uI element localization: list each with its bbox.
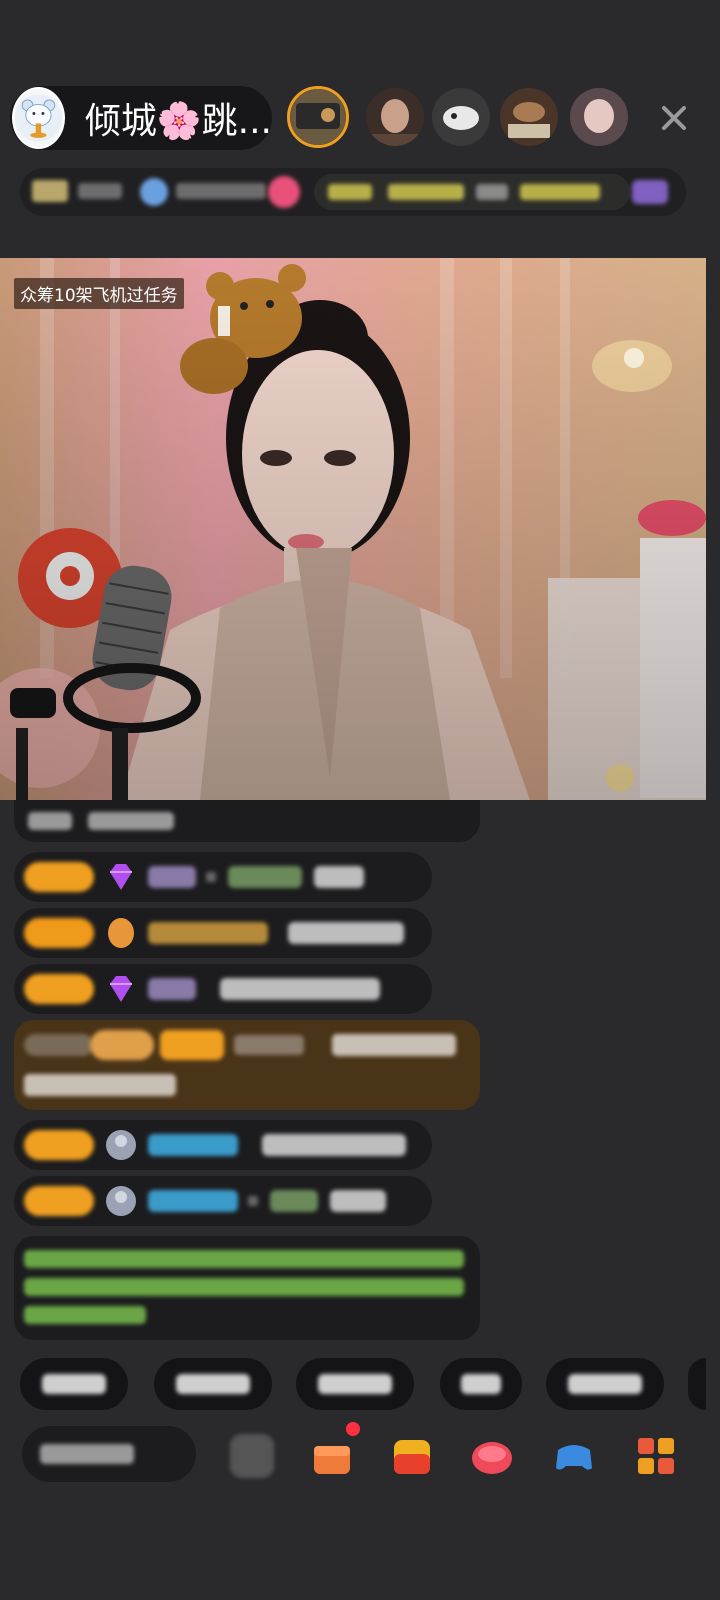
vip-badge xyxy=(90,1030,154,1060)
rank-text xyxy=(78,183,122,199)
game-button[interactable] xyxy=(470,1434,514,1478)
quick-chip-4[interactable] xyxy=(440,1358,522,1410)
chat-username[interactable] xyxy=(148,922,268,944)
emoji-button[interactable] xyxy=(230,1434,274,1478)
chat-text xyxy=(330,1190,386,1212)
mission-banner: 众筹10架飞机过任务 xyxy=(14,278,184,309)
level-badge xyxy=(24,862,94,892)
gift-box-button[interactable] xyxy=(310,1422,360,1478)
game-icon xyxy=(472,1442,512,1474)
quick-chip-6[interactable] xyxy=(688,1358,706,1410)
controller-button[interactable] xyxy=(552,1434,596,1478)
chat-message-partial[interactable] xyxy=(14,800,480,842)
quick-chip-1[interactable] xyxy=(20,1358,128,1410)
chat-username[interactable] xyxy=(148,1190,238,1212)
viewer-avatar-image xyxy=(500,88,558,146)
quick-chip-2[interactable] xyxy=(154,1358,272,1410)
tag-group[interactable] xyxy=(314,174,630,210)
chat-text-line-2 xyxy=(24,1074,176,1096)
chat-message-3[interactable] xyxy=(14,964,432,1014)
fans-club-icon xyxy=(140,178,168,206)
chat-text xyxy=(262,1134,406,1156)
user-badge xyxy=(24,1034,94,1056)
chat-text xyxy=(314,866,364,888)
quick-chip-5[interactable] xyxy=(546,1358,664,1410)
chat-message-1[interactable] xyxy=(14,852,432,902)
level-badge xyxy=(24,1130,94,1160)
level-badge xyxy=(160,1030,224,1060)
chat-username[interactable] xyxy=(148,1134,238,1156)
wallet-button[interactable] xyxy=(390,1434,434,1478)
top-viewer-avatar-3[interactable] xyxy=(432,88,490,146)
quick-chip-3[interactable] xyxy=(296,1358,414,1410)
viewer-avatar-image xyxy=(366,88,424,146)
top-viewer-avatar-2[interactable] xyxy=(366,88,424,146)
more-icon xyxy=(632,180,668,204)
level-badge xyxy=(24,974,94,1004)
user-avatar-icon xyxy=(106,1186,136,1216)
host-avatar[interactable] xyxy=(12,87,65,149)
top-viewer-avatar-1[interactable] xyxy=(287,86,349,148)
stream-frame-image xyxy=(0,258,706,800)
wallet-icon xyxy=(394,1440,430,1474)
viewer-avatar-image xyxy=(432,88,490,146)
rank-badge-icon xyxy=(32,180,68,202)
top-viewer-avatar-4[interactable] xyxy=(500,88,558,146)
system-announcement xyxy=(14,1236,480,1340)
diamond-icon xyxy=(110,976,132,1002)
chat-username[interactable] xyxy=(234,1035,304,1055)
chat-message-5[interactable] xyxy=(14,1176,432,1226)
chat-gift-text xyxy=(270,1190,318,1212)
live-video[interactable] xyxy=(0,258,706,800)
viewer-avatar-image xyxy=(570,88,628,146)
gift-box-icon xyxy=(314,1446,350,1474)
level-badge xyxy=(24,918,94,948)
chat-username[interactable] xyxy=(148,978,196,1000)
close-button[interactable] xyxy=(656,100,692,136)
controller-icon xyxy=(556,1445,592,1470)
bear-avatar-icon xyxy=(14,94,62,142)
chat-text xyxy=(220,978,380,1000)
separator xyxy=(248,1196,258,1206)
separator xyxy=(206,872,216,882)
hand-badge-icon xyxy=(108,918,134,948)
chat-text xyxy=(332,1034,456,1056)
chat-text xyxy=(288,922,404,944)
grid-menu-icon xyxy=(638,1438,674,1474)
diamond-icon xyxy=(110,864,132,890)
notification-dot xyxy=(346,1422,360,1436)
chat-message-highlight[interactable] xyxy=(14,1020,480,1110)
viewer-avatar-image xyxy=(290,89,346,145)
user-avatar-icon xyxy=(106,1130,136,1160)
heart-icon xyxy=(268,176,300,208)
host-name: 倾城🌸跳... xyxy=(84,101,272,142)
level-badge xyxy=(24,1186,94,1216)
chat-message-4[interactable] xyxy=(14,1120,432,1170)
fans-club-text xyxy=(176,183,266,199)
more-features-button[interactable] xyxy=(634,1434,678,1478)
host-info-pill[interactable]: 倾城🌸跳... xyxy=(10,86,272,150)
chat-message-2[interactable] xyxy=(14,908,432,958)
close-icon xyxy=(662,106,686,130)
chat-username[interactable] xyxy=(148,866,196,888)
rank-tag-strip[interactable] xyxy=(20,168,686,216)
chat-gift-text xyxy=(228,866,302,888)
top-viewer-avatar-5[interactable] xyxy=(570,88,628,146)
chat-input[interactable] xyxy=(22,1426,196,1482)
